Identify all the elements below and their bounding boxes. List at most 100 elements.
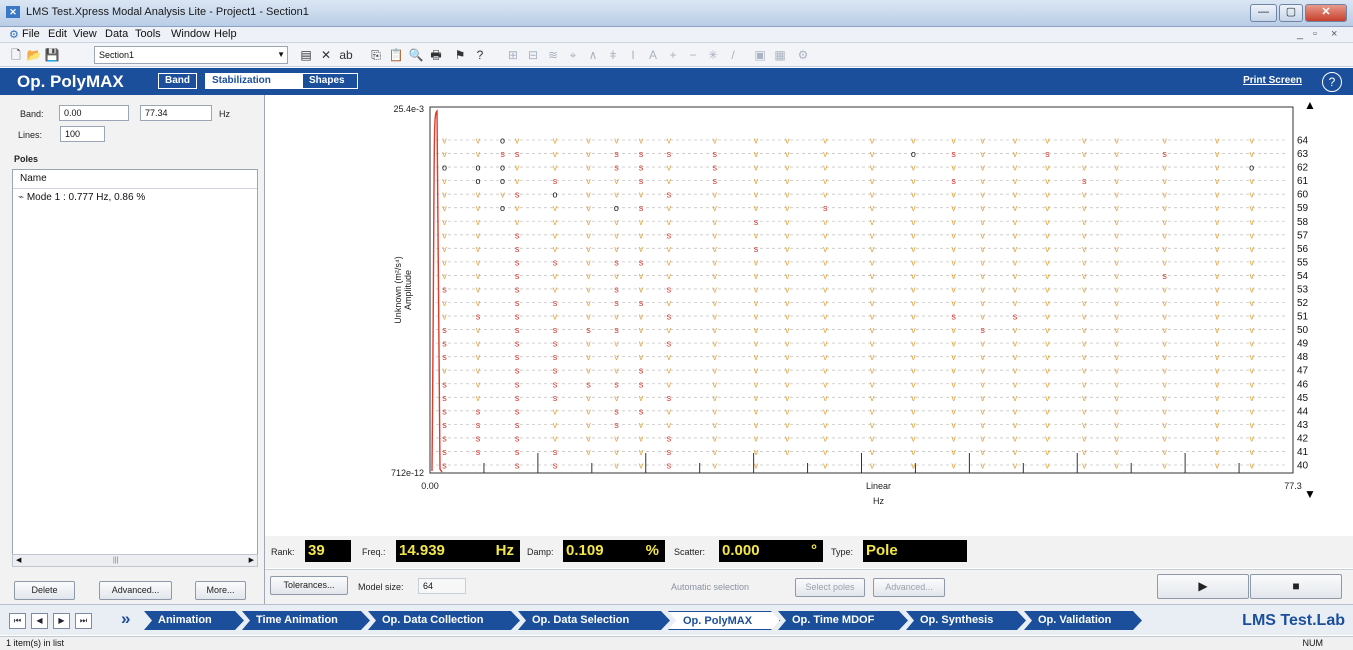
delete-button[interactable]: Delete [14,581,75,600]
breadcrumb-stabilization[interactable]: Stabilization [205,73,303,89]
layout-1-icon[interactable]: ▣ [752,47,768,63]
zoom-in-icon[interactable]: + [665,47,681,63]
menu-edit[interactable]: Edit [48,28,67,40]
pole-symbol: s [754,244,759,254]
menu-data[interactable]: Data [105,28,128,40]
pole-symbol: v [1114,379,1119,389]
pole-symbol: s [667,230,672,240]
order-tick-label: 63 [1297,149,1309,160]
advanced-button[interactable]: Advanced... [99,581,172,600]
chart-svg[interactable]: 64 63 62 61 60 59 58 57 56 55 54 53 52 51 50 49 48 47 46 45… [268,95,1353,535]
band-max-field[interactable]: 77.34 [140,105,212,121]
menu-view[interactable]: View [73,28,97,40]
copy-icon[interactable]: ⎘ [368,47,384,63]
step-op-synthesis[interactable]: Op. Synthesis [906,611,1026,630]
pole-symbol: v [476,393,481,403]
settings-icon[interactable]: ⚙ [795,47,811,63]
pole-symbol: v [1215,406,1220,416]
band-min-field[interactable]: 0.00 [59,105,129,121]
select-poles-button[interactable]: Select poles [795,578,865,597]
prev-icon[interactable]: ◀ [31,613,48,629]
chart-tool-3-icon[interactable]: ≋ [545,47,561,63]
list-header: Name [13,170,257,189]
tolerances-button[interactable]: Tolerances... [270,576,348,595]
step-op-data-collection[interactable]: Op. Data Collection [368,611,520,630]
print-screen-link[interactable]: Print Screen [1243,75,1302,86]
step-op-validation[interactable]: Op. Validation [1024,611,1142,630]
open-icon[interactable]: 📂 [26,47,42,63]
mdi-minimize-icon[interactable]: _ [1297,28,1303,40]
close-button[interactable]: ✕ [1305,4,1347,22]
minimize-button[interactable]: — [1250,4,1277,22]
help-icon[interactable]: ? [1322,72,1342,92]
pole-symbol: v [785,136,790,146]
delete-icon[interactable]: ✕ [318,47,334,63]
band-icon[interactable]: I [625,47,641,63]
pole-symbol: v [823,406,828,416]
pole-symbol: s [980,325,985,335]
cursor-icon[interactable]: ⌖ [565,47,581,63]
pole-symbol: v [1249,325,1254,335]
step-op-time-mdof[interactable]: Op. Time MDOF [778,611,908,630]
properties-icon[interactable]: ▤ [298,47,314,63]
menu-window[interactable]: Window [171,28,210,40]
pole-symbol: v [1013,136,1018,146]
pole-symbol: v [639,461,644,471]
pole-symbol: s [712,163,717,173]
line-tool-icon[interactable]: / [725,47,741,63]
next-icon[interactable]: ▶ [53,613,70,629]
step-op-polymax[interactable]: Op. PolyMAX [668,611,780,630]
print-preview-icon[interactable]: 🔍 [408,47,424,63]
print-icon[interactable]: 🖶 [428,47,444,63]
horizontal-scrollbar[interactable]: ◀ ||| ▶ [12,554,258,567]
scroll-right-icon[interactable]: ▶ [249,555,254,566]
save-icon[interactable]: 💾 [44,47,60,63]
breadcrumb-shapes[interactable]: Shapes [302,73,358,89]
mdi-close-icon[interactable]: × [1331,28,1337,40]
menu-help[interactable]: Help [214,28,237,40]
section-select[interactable]: Section1 ▼ [94,46,288,64]
scroll-thumb[interactable]: ||| [113,555,118,566]
poles-list[interactable]: Name ⌁ Mode 1 : 0.777 Hz, 0.86 % [12,169,258,565]
marker-icon[interactable]: ǂ [605,47,621,63]
workflow-arrows-icon: » [121,609,131,628]
step-animation[interactable]: Animation [144,611,244,630]
paste-icon[interactable]: 📋 [388,47,404,63]
annotate-icon[interactable]: A [645,47,661,63]
advanced-selection-button[interactable]: Advanced... [873,578,945,597]
chart-tool-1-icon[interactable]: ⊞ [505,47,521,63]
freq-value: 14.939 Hz [396,540,520,562]
step-op-data-selection[interactable]: Op. Data Selection [518,611,670,630]
list-item[interactable]: ⌁ Mode 1 : 0.777 Hz, 0.86 % [13,189,257,207]
zoom-out-icon[interactable]: − [685,47,701,63]
context-help-icon[interactable]: ? [472,47,488,63]
maximize-button[interactable]: ▢ [1279,4,1303,22]
menu-file[interactable]: File [22,28,40,40]
more-button[interactable]: More... [195,581,246,600]
stop-button[interactable]: ■ [1250,574,1342,599]
stabilization-chart[interactable]: 64 63 62 61 60 59 58 57 56 55 54 53 52 51 50 49 48 47 46 45… [268,95,1353,535]
layout-2-icon[interactable]: ▦ [772,47,788,63]
breadcrumb-band[interactable]: Band [158,73,197,89]
pole-symbol: v [1045,352,1050,362]
crosshair-icon[interactable]: ✳ [705,47,721,63]
play-button[interactable]: ▶ [1157,574,1249,599]
last-icon[interactable]: ⏭ [75,613,92,629]
menu-tools[interactable]: Tools [135,28,161,40]
y-max-label: 25.4e-3 [393,104,424,114]
bookmark-icon[interactable]: ⚑ [452,47,468,63]
lines-field[interactable]: 100 [60,126,105,142]
first-icon[interactable]: ⏮ [9,613,26,629]
scroll-left-icon[interactable]: ◀ [16,555,21,566]
rename-icon[interactable]: ab [338,47,354,63]
peak-icon[interactable]: ∧ [585,47,601,63]
mdi-restore-icon[interactable]: ▫ [1313,28,1317,40]
pole-symbol: v [980,257,985,267]
title-bar: ✕ LMS Test.Xpress Modal Analysis Lite - … [0,0,1353,27]
new-icon[interactable]: 🗋 [8,47,24,63]
chart-tool-2-icon[interactable]: ⊟ [525,47,541,63]
pole-symbol: v [754,406,759,416]
step-time-animation[interactable]: Time Animation [242,611,370,630]
model-size-field[interactable]: 64 [418,578,466,594]
pole-symbol: v [1114,163,1119,173]
